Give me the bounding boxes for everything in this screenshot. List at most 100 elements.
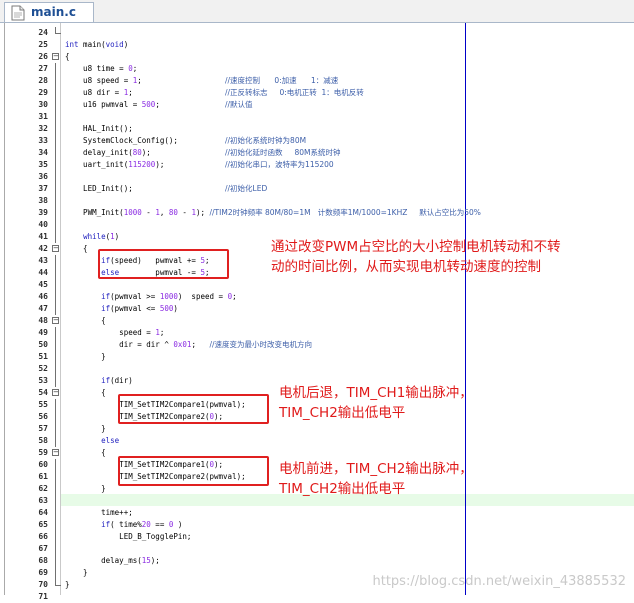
code-line[interactable]: 58 else: [0, 435, 634, 447]
code-line[interactable]: 30 u16 pwmval = 500; //默认值: [0, 99, 634, 111]
fold-guide-line: [55, 159, 56, 171]
code-line[interactable]: 38: [0, 195, 634, 207]
line-number: 51: [38, 352, 48, 361]
fold-guide-line: [55, 519, 56, 531]
code-line[interactable]: 50 dir = dir ^ 0x01; //速度变为最小时改变电机方向: [0, 339, 634, 351]
fold-toggle-icon[interactable]: −: [52, 389, 59, 396]
pwm-annotation: 通过改变PWM占空比的大小控制电机转动和不转 动的时间比例，从而实现电机转动速度…: [271, 237, 561, 277]
code-text: u8 time = 0;: [65, 64, 138, 73]
code-line[interactable]: 71: [0, 591, 634, 603]
forward-annotation: 电机前进，TIM_CH2输出脉冲， TIM_CH2输出低电平: [279, 459, 473, 499]
code-line[interactable]: 65 if( time%20 == 0 ): [0, 519, 634, 531]
line-number: 54: [38, 388, 48, 397]
fold-guide-line: [55, 543, 56, 555]
fold-guide-line: [55, 195, 56, 207]
line-number: 37: [38, 184, 48, 193]
code-comment: //默认值: [225, 100, 253, 109]
line-number: 67: [38, 544, 48, 553]
fold-guide-line: [55, 171, 56, 183]
backward-annotation-line-2: TIM_CH2输出低电平: [279, 405, 406, 421]
fold-toggle-icon[interactable]: −: [52, 317, 59, 324]
line-number: 60: [38, 460, 48, 469]
code-line[interactable]: 57 }: [0, 423, 634, 435]
code-text: HAL_Init();: [65, 124, 133, 133]
line-number: 41: [38, 232, 48, 241]
fold-guide-line: [55, 411, 56, 423]
code-line[interactable]: 24: [0, 27, 634, 39]
line-number: 42: [38, 244, 48, 253]
backward-annotation-line-1: 电机后退，TIM_CH1输出脉冲，: [279, 385, 473, 401]
fold-guide-line: [55, 495, 56, 507]
line-number: 44: [38, 268, 48, 277]
code-line[interactable]: 33 SystemClock_Config(); //初始化系统时钟为80M: [0, 135, 634, 147]
line-number: 29: [38, 88, 48, 97]
code-text: LED_B_TogglePin;: [65, 532, 192, 541]
code-line[interactable]: 49 speed = 1;: [0, 327, 634, 339]
code-line[interactable]: 27 u8 time = 0;: [0, 63, 634, 75]
code-comment: //初始化系统时钟为80M: [225, 136, 307, 145]
fold-toggle-icon[interactable]: −: [52, 245, 59, 252]
tab-main-c[interactable]: main.c: [4, 2, 94, 22]
code-line[interactable]: 35 uart_init(115200); //初始化串口，波特率为115200: [0, 159, 634, 171]
code-text: }: [65, 424, 106, 433]
code-line[interactable]: 47 if(pwmval <= 500): [0, 303, 634, 315]
tab-label: main.c: [31, 5, 76, 19]
line-number: 39: [38, 208, 48, 217]
code-line[interactable]: 26−{: [0, 51, 634, 63]
code-line[interactable]: 32 HAL_Init();: [0, 123, 634, 135]
code-text: {: [65, 316, 106, 325]
line-number: 69: [38, 568, 48, 577]
code-line[interactable]: 45: [0, 279, 634, 291]
code-comment: //初始化LED: [225, 184, 268, 193]
code-line[interactable]: 68 delay_ms(15);: [0, 555, 634, 567]
fold-guide-line: [55, 267, 56, 279]
code-text: if(dir): [101, 376, 133, 385]
line-number: 65: [38, 520, 48, 529]
fold-toggle-icon[interactable]: −: [52, 53, 59, 60]
code-line[interactable]: 28 u8 speed = 1; //速度控制 0:加速 1：减速: [0, 75, 634, 87]
code-line[interactable]: 52: [0, 363, 634, 375]
fold-guide-line: [55, 99, 56, 111]
code-comment: //速度控制 0:加速 1：减速: [225, 76, 339, 85]
code-line[interactable]: 29 u8 dir = 1; //正反转标志 0:电机正转 1：电机反转: [0, 87, 634, 99]
fold-guide-line: [55, 399, 56, 411]
forward-annotation-line-2: TIM_CH2输出低电平: [279, 481, 406, 497]
code-text: int main(void): [65, 40, 129, 49]
code-line[interactable]: 64 time++;: [0, 507, 634, 519]
fold-guide-line: [55, 483, 56, 495]
line-number: 55: [38, 400, 48, 409]
code-text: time++;: [65, 508, 133, 517]
fold-guide-line: [55, 351, 56, 363]
code-line[interactable]: 66 LED_B_TogglePin;: [0, 531, 634, 543]
fold-guide-line: [55, 303, 56, 315]
tab-bar: main.c: [0, 0, 634, 23]
code-text: {: [65, 52, 70, 61]
code-line[interactable]: 36: [0, 171, 634, 183]
code-editor[interactable]: 24 25 int main(void) 26−{27 u8 time = 0; 28 …: [0, 23, 634, 601]
fold-guide-line: [55, 87, 56, 99]
line-number: 52: [38, 364, 48, 373]
code-line[interactable]: 34 delay_init(80); //初始化延时函数 80M系统时钟: [0, 147, 634, 159]
line-number: 38: [38, 196, 48, 205]
code-line[interactable]: 67: [0, 543, 634, 555]
code-line[interactable]: 39 PWM_Init(1000 - 1, 80 - 1); //TIM2时钟频…: [0, 207, 634, 219]
code-line[interactable]: 51 }: [0, 351, 634, 363]
code-text: {: [65, 244, 88, 253]
fold-guide-line: [55, 471, 56, 483]
fold-guide-line: [55, 531, 56, 543]
line-number: 68: [38, 556, 48, 565]
line-number: 33: [38, 136, 48, 145]
code-line[interactable]: 40: [0, 219, 634, 231]
code-line[interactable]: 48− {: [0, 315, 634, 327]
fold-toggle-icon[interactable]: −: [52, 449, 59, 456]
line-number: 40: [38, 220, 48, 229]
code-line[interactable]: 25 int main(void): [0, 39, 634, 51]
fold-guide-line: [55, 555, 56, 567]
code-line[interactable]: 31: [0, 111, 634, 123]
code-line[interactable]: 59− {: [0, 447, 634, 459]
code-line[interactable]: 46 if(pwmval >= 1000) speed = 0;: [0, 291, 634, 303]
code-line[interactable]: 37 LED_Init(); //初始化LED: [0, 183, 634, 195]
code-text: u8 speed = 1;: [65, 76, 142, 85]
line-number: 28: [38, 76, 48, 85]
code-text: while(1): [83, 232, 120, 241]
